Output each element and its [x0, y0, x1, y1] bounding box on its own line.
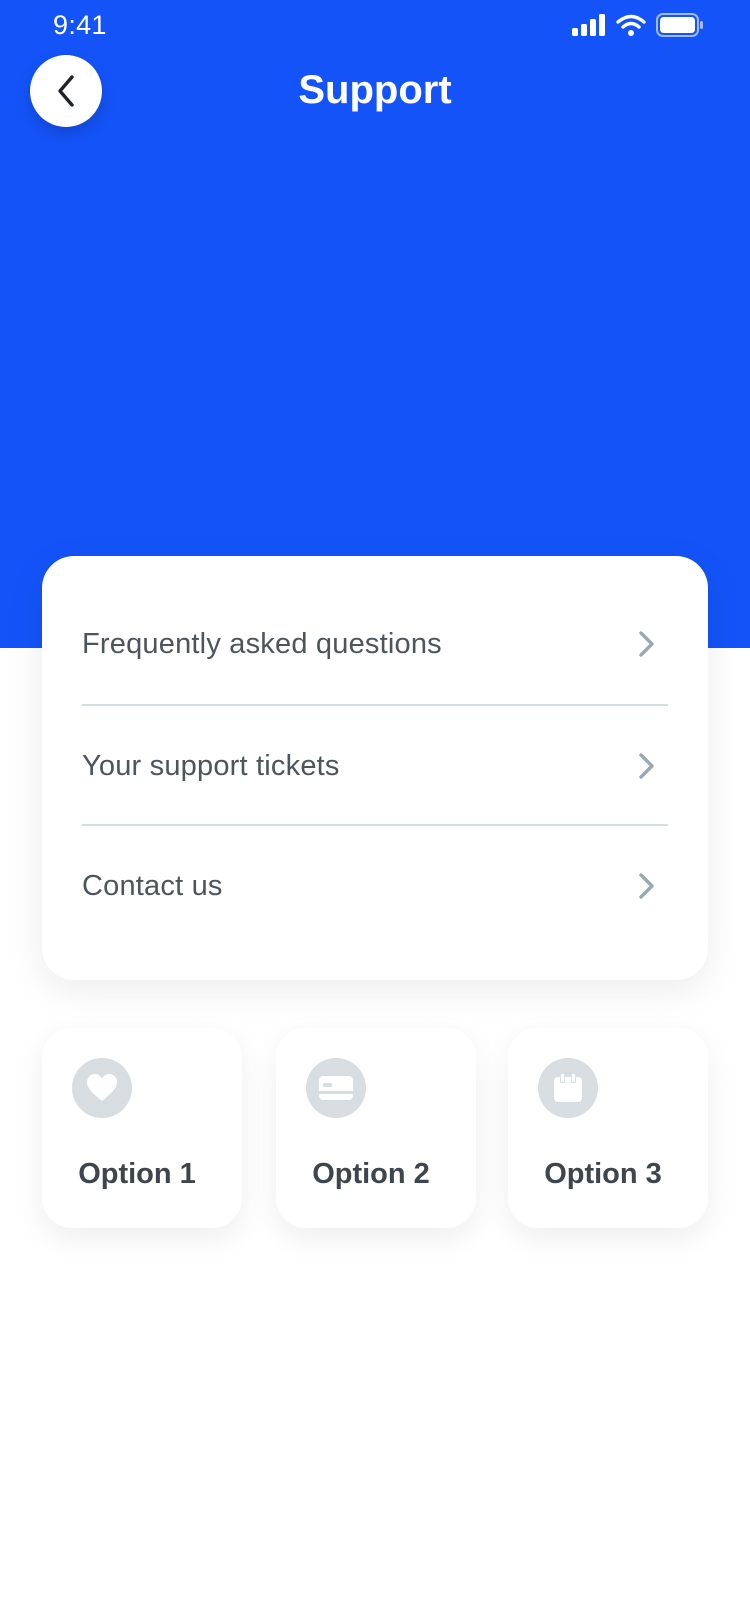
heart-icon [72, 1058, 132, 1118]
page-title: Support [298, 68, 452, 112]
option-card-1[interactable]: Option 1 [42, 1028, 242, 1228]
option-label: Option 3 [544, 1158, 662, 1190]
credit-card-icon [306, 1058, 366, 1118]
wifi-icon [616, 14, 646, 36]
menu-item-faq[interactable]: Frequently asked questions [82, 584, 668, 704]
status-icons [572, 12, 704, 38]
menu-item-label: Contact us [82, 869, 223, 902]
support-menu-card: Frequently asked questions Your support … [42, 556, 708, 980]
menu-item-contact-us[interactable]: Contact us [82, 824, 668, 946]
option-card-3[interactable]: Option 3 [508, 1028, 708, 1228]
chevron-right-icon [639, 753, 654, 779]
calendar-icon [538, 1058, 598, 1118]
cellular-signal-icon [572, 14, 605, 36]
chevron-right-icon [639, 631, 654, 657]
status-time: 9:41 [53, 10, 107, 40]
chevron-right-icon [639, 873, 654, 899]
menu-item-support-tickets[interactable]: Your support tickets [82, 704, 668, 826]
option-label: Option 2 [312, 1158, 430, 1190]
option-label: Option 1 [78, 1158, 196, 1190]
option-card-2[interactable]: Option 2 [276, 1028, 476, 1228]
menu-item-label: Frequently asked questions [82, 627, 442, 660]
menu-item-label: Your support tickets [82, 749, 340, 782]
battery-icon [656, 13, 703, 37]
